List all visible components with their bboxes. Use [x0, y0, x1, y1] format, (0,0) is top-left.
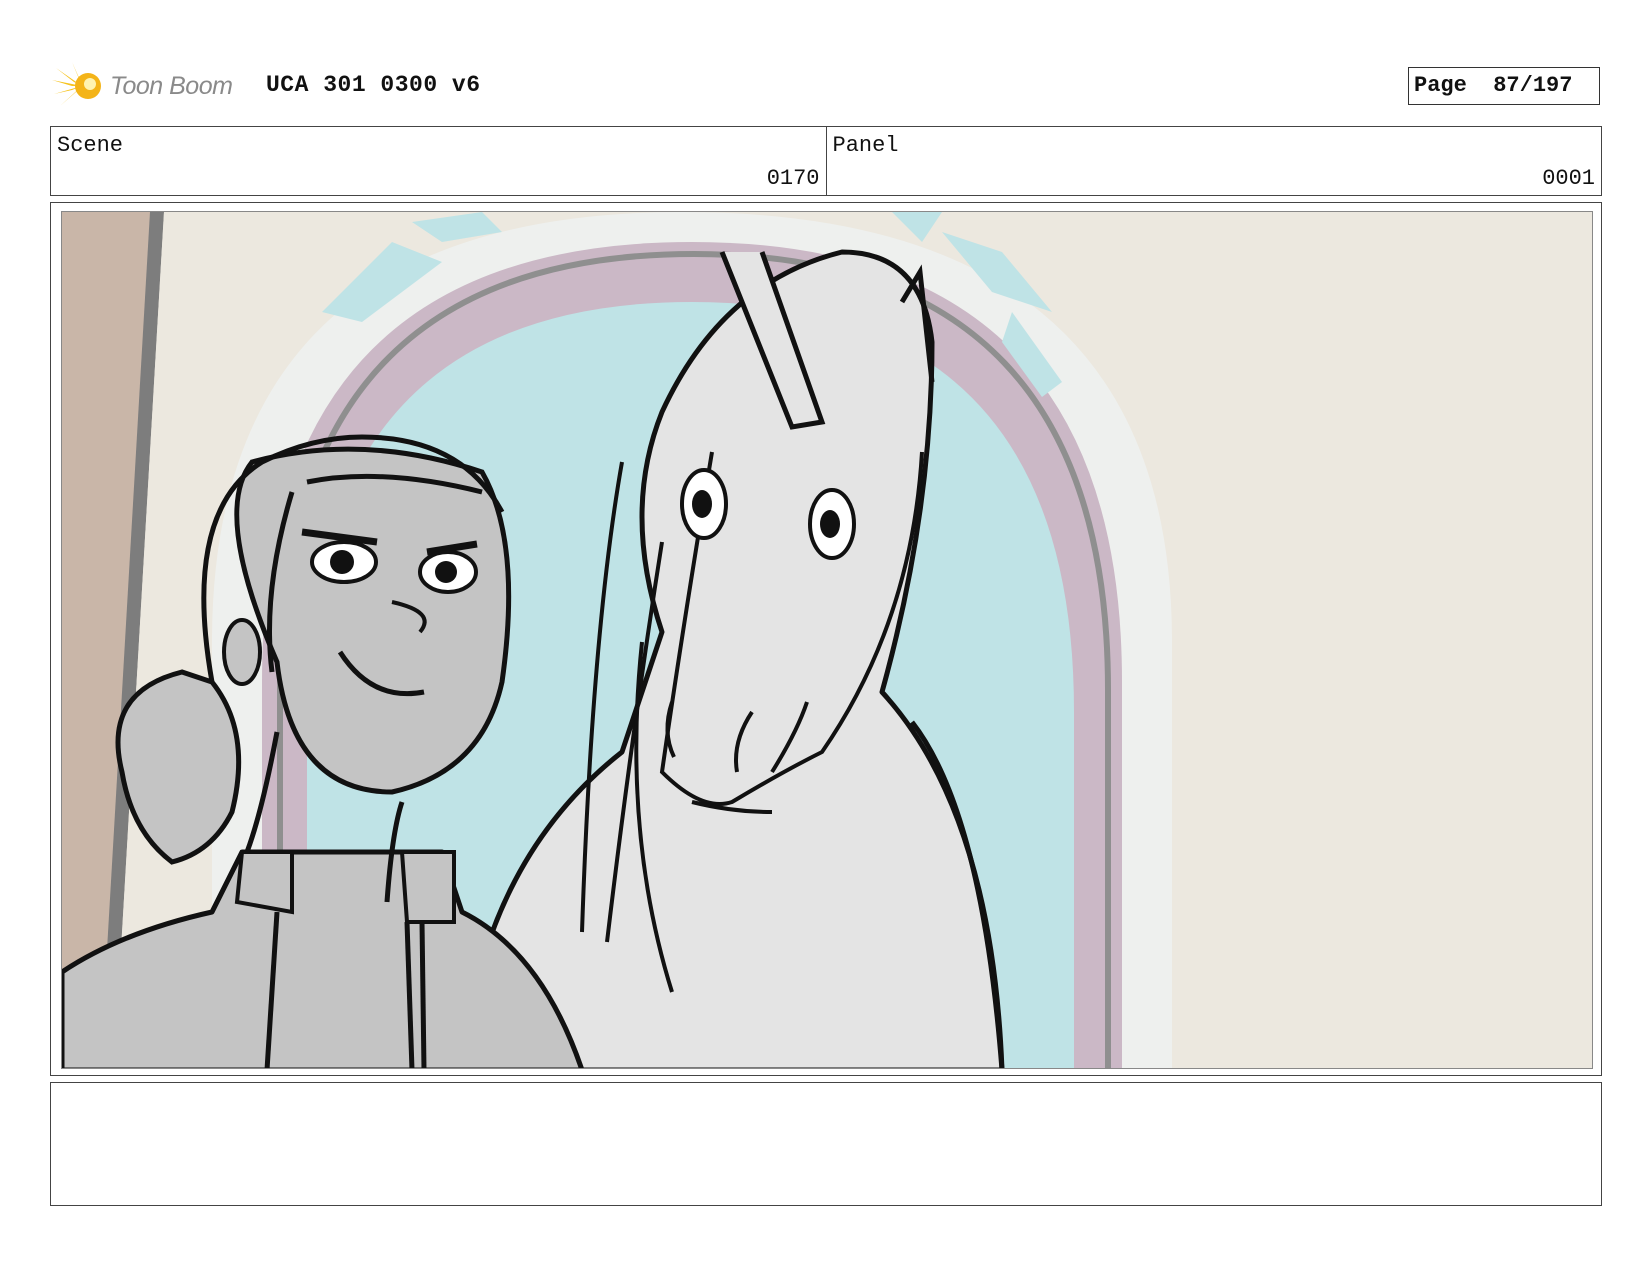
- panel-image-frame: [50, 202, 1602, 1076]
- toon-boom-logo: Toon Boom: [52, 60, 252, 110]
- sunburst-icon: [52, 62, 101, 106]
- scene-panel-info: Scene 0170 Panel 0001: [50, 126, 1602, 196]
- panel-number: 0001: [1542, 166, 1595, 191]
- scene-number: 0170: [766, 166, 820, 191]
- document-title: UCA 301 0300 v6: [266, 72, 481, 98]
- scene-label: Scene: [57, 133, 124, 158]
- logo-text: Toon Boom: [110, 72, 233, 100]
- page-header: Toon Boom UCA 301 0300 v6 Page 87/197: [50, 58, 1602, 114]
- scene-cell: Scene 0170: [51, 127, 826, 195]
- storyboard-sketch: [62, 212, 1592, 1068]
- panel-cell: Panel 0001: [825, 127, 1602, 195]
- panel-label: Panel: [832, 133, 899, 158]
- storyboard-drawing: [61, 211, 1593, 1069]
- panel-notes-box: [50, 1082, 1602, 1206]
- page-indicator: Page 87/197: [1408, 67, 1600, 105]
